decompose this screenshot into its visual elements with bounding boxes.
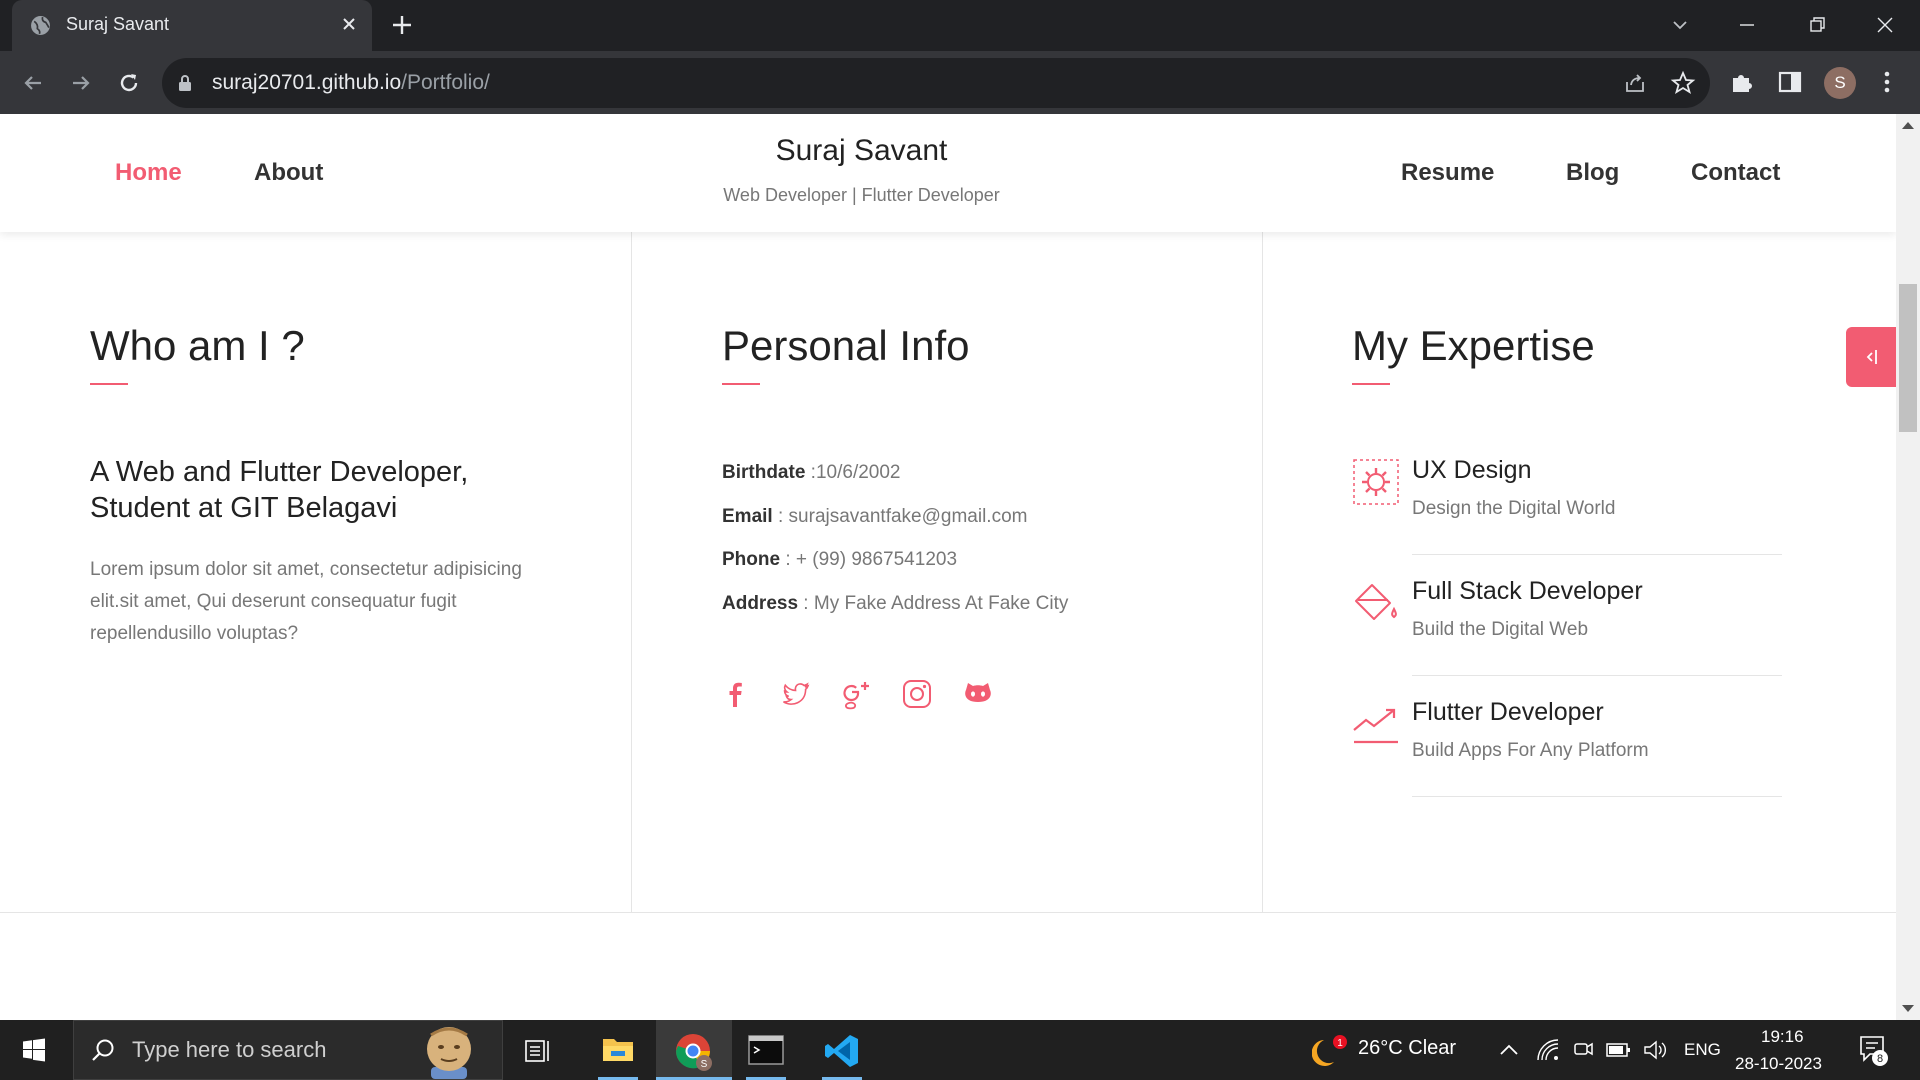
expertise-subtitle: Build Apps For Any Platform (1412, 740, 1649, 761)
about-text: Lorem ipsum dolor sit amet, consectetur … (90, 559, 522, 644)
facebook-icon[interactable] (719, 678, 751, 710)
section-divider (0, 912, 1896, 913)
expertise-item: UX Design Design the Digital World (1352, 456, 1782, 578)
chevron-up-icon[interactable] (1498, 1040, 1520, 1060)
expertise-subtitle: Design the Digital World (1412, 498, 1616, 519)
expertise-item: Flutter Developer Build Apps For Any Pla… (1352, 698, 1782, 820)
expertise-title: Flutter Developer (1412, 698, 1604, 726)
minimize-icon[interactable] (1732, 10, 1762, 40)
vscode-icon (825, 1035, 858, 1067)
info-phone: Phone : + (99) 9867541203 (722, 549, 958, 570)
svg-text:1: 1 (1337, 1038, 1343, 1049)
clock-time[interactable]: 19:16 (1761, 1027, 1804, 1047)
clock-date[interactable]: 28-10-2023 (1735, 1054, 1822, 1074)
title-underline (90, 383, 128, 385)
expertise-title: UX Design (1412, 456, 1532, 484)
trend-chart-icon (1353, 708, 1398, 744)
reload-icon[interactable] (114, 68, 144, 98)
instagram-icon[interactable] (901, 678, 933, 710)
nav-blog[interactable]: Blog (1566, 159, 1619, 187)
restore-icon[interactable] (1802, 10, 1832, 40)
task-view-icon[interactable] (524, 1038, 552, 1064)
back-icon[interactable] (18, 68, 48, 98)
taskbar-terminal[interactable] (728, 1020, 804, 1080)
expertise-subtitle: Build the Digital Web (1412, 619, 1589, 640)
scrollbar-thumb[interactable] (1899, 284, 1917, 432)
title-underline (1352, 383, 1390, 385)
forward-icon[interactable] (66, 68, 96, 98)
new-tab-icon[interactable] (390, 13, 414, 37)
profile-avatar[interactable]: S (1824, 67, 1856, 99)
divider (1412, 796, 1782, 797)
twitter-icon[interactable] (780, 678, 812, 710)
meet-now-icon[interactable] (1572, 1038, 1594, 1062)
browser-toolbar: suraj20701.github.io/Portfolio/ S (0, 51, 1920, 114)
svg-text:S: S (701, 1059, 708, 1070)
divider (1412, 675, 1782, 676)
side-panel-icon[interactable] (1776, 68, 1804, 96)
side-panel-toggle[interactable] (1846, 327, 1896, 387)
svg-text:8: 8 (1877, 1053, 1883, 1065)
nav-contact[interactable]: Contact (1691, 159, 1780, 187)
info-email: Email : surajsavantfake@gmail.com (722, 506, 1028, 527)
expertise-title: Full Stack Developer (1412, 577, 1643, 605)
taskbar-chrome[interactable]: S (656, 1020, 732, 1080)
column-divider (1262, 232, 1263, 912)
tab-search-icon[interactable] (1665, 10, 1695, 40)
folder-icon (603, 1039, 633, 1061)
search-placeholder: Type here to search (132, 1037, 327, 1062)
url-text: suraj20701.github.io/Portfolio/ (212, 71, 490, 94)
title-underline (722, 383, 760, 385)
brand-subtitle: Web Developer | Flutter Developer (723, 185, 1000, 205)
notifications-icon[interactable]: 8 (1858, 1034, 1890, 1068)
close-window-icon[interactable] (1870, 10, 1900, 40)
info-address: Address : My Fake Address At Fake City (722, 593, 1069, 614)
search-icon (92, 1039, 114, 1061)
about-heading: A Web and Flutter Developer, Student at G… (90, 456, 469, 524)
language-indicator[interactable]: ENG (1684, 1040, 1721, 1060)
address-bar[interactable]: suraj20701.github.io/Portfolio/ (162, 58, 1710, 108)
chevron-left-icon (1866, 350, 1877, 364)
windows-taskbar: Type here to search S 1 26°C Clear ENG 1… (0, 1020, 1920, 1080)
divider (1412, 554, 1782, 555)
share-icon[interactable] (1622, 70, 1648, 96)
battery-icon[interactable] (1606, 1040, 1632, 1060)
terminal-icon (748, 1035, 784, 1065)
taskbar-vscode[interactable] (804, 1020, 880, 1080)
column-divider (631, 232, 632, 912)
volume-icon[interactable] (1642, 1038, 1668, 1062)
search-highlight-icon (427, 1027, 471, 1079)
expertise-item: Full Stack Developer Build the Digital W… (1352, 577, 1782, 699)
browser-tab[interactable]: Suraj Savant (12, 0, 372, 51)
extensions-icon[interactable] (1728, 68, 1756, 96)
browser-tabstrip: Suraj Savant (0, 0, 1920, 51)
scroll-up-arrow-icon[interactable] (1902, 122, 1914, 129)
paint-bucket-icon (1355, 584, 1397, 620)
page-scrollbar[interactable] (1896, 114, 1920, 1020)
wifi-icon[interactable] (1536, 1038, 1560, 1062)
close-tab-icon[interactable] (338, 13, 360, 35)
nav-resume[interactable]: Resume (1401, 159, 1494, 187)
google-plus-icon[interactable] (840, 678, 872, 710)
section-title-expertise: My Expertise (1352, 322, 1595, 369)
bookmark-star-icon[interactable] (1670, 70, 1696, 96)
github-icon[interactable] (962, 678, 994, 710)
section-title-personal: Personal Info (722, 322, 970, 369)
tab-title: Suraj Savant (66, 14, 170, 34)
more-menu-icon[interactable] (1873, 68, 1901, 96)
chrome-icon: S (675, 1034, 712, 1071)
weather-text[interactable]: 26°C Clear (1358, 1037, 1456, 1060)
site-header: Home About Suraj Savant Web Developer | … (0, 114, 1896, 232)
globe-icon (31, 16, 50, 35)
page-content: Home About Suraj Savant Web Developer | … (0, 114, 1896, 1020)
info-birthdate: Birthdate :10/6/2002 (722, 462, 901, 483)
section-title-about: Who am I ? (90, 322, 305, 369)
scroll-down-arrow-icon[interactable] (1902, 1005, 1914, 1012)
taskbar-file-explorer[interactable] (580, 1020, 656, 1080)
lock-icon[interactable] (178, 74, 192, 92)
windows-start-icon[interactable] (22, 1038, 46, 1062)
gear-icon (1353, 459, 1399, 505)
taskbar-search[interactable]: Type here to search (73, 1020, 503, 1080)
weather-moon-icon[interactable]: 1 (1312, 1034, 1350, 1068)
